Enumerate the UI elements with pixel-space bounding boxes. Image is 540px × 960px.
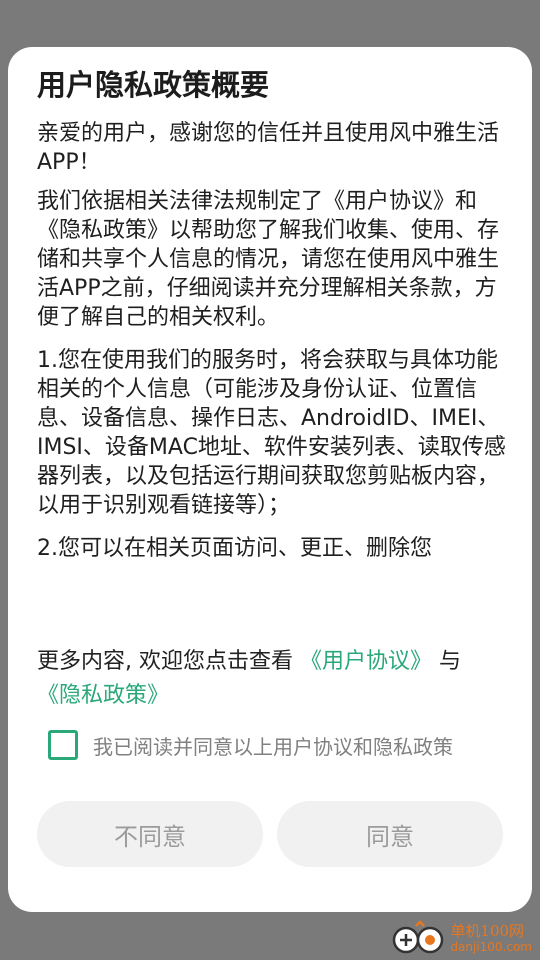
privacy-policy-link[interactable]: 《隐私政策》 bbox=[37, 683, 169, 708]
accept-button[interactable]: 同意 bbox=[277, 801, 503, 867]
policy-summary-scroll[interactable]: 亲爱的用户，感谢您的信任并且使用风中雅生活APP！ 我们依据相关法律法规制定了《… bbox=[37, 119, 507, 624]
watermark-logo-icon bbox=[392, 920, 444, 956]
agree-row[interactable]: 我已阅读并同意以上用户协议和隐私政策 bbox=[48, 730, 453, 760]
privacy-dialog: 用户隐私政策概要 亲爱的用户，感谢您的信任并且使用风中雅生活APP！ 我们依据相… bbox=[8, 47, 532, 912]
greeting-paragraph: 亲爱的用户，感谢您的信任并且使用风中雅生活APP！ bbox=[37, 121, 500, 175]
agree-checkbox[interactable] bbox=[48, 730, 78, 760]
dialog-title: 用户隐私政策概要 bbox=[37, 68, 270, 102]
more-info-prefix: 更多内容, 欢迎您点击查看 bbox=[37, 649, 293, 674]
info-collection-paragraph: 1.您在使用我们的服务时，将会获取与具体功能相关的个人信息（可能涉及身份认证、位… bbox=[37, 348, 506, 518]
user-agreement-link[interactable]: 《用户协议》 bbox=[300, 649, 432, 674]
agree-label[interactable]: 我已阅读并同意以上用户协议和隐私政策 bbox=[93, 731, 453, 760]
intro-paragraph: 我们依据相关法律法规制定了《用户协议》和《隐私政策》以帮助您了解我们收集、使用、… bbox=[37, 189, 500, 330]
watermark-name: 单机100网 bbox=[450, 921, 525, 940]
rights-paragraph: 2.您可以在相关页面访问、更正、删除您 bbox=[37, 536, 432, 561]
more-info-text: 更多内容, 欢迎您点击查看 《用户协议》 与 《隐私政策》 bbox=[37, 645, 517, 713]
watermark-domain: danji100.com bbox=[450, 939, 532, 954]
more-info-and: 与 bbox=[439, 649, 462, 674]
decline-button[interactable]: 不同意 bbox=[37, 801, 263, 867]
site-watermark: 单机100网 danji100.com bbox=[392, 920, 532, 956]
